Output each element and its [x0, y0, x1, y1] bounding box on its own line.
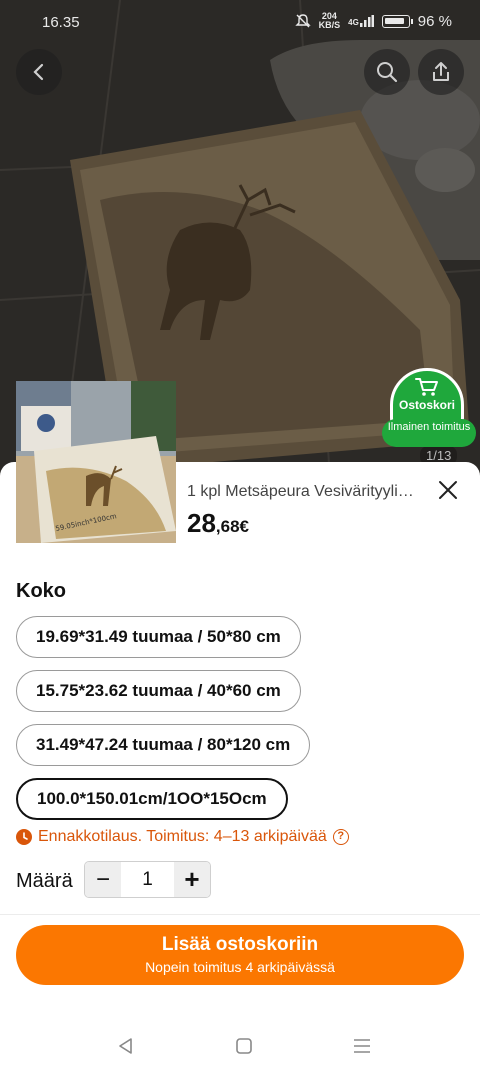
decrease-quantity-button[interactable]: − [85, 862, 121, 897]
clock-icon [16, 829, 32, 845]
divider [0, 914, 480, 915]
price-integer: 28 [187, 508, 216, 538]
add-to-cart-button[interactable]: Lisää ostoskoriin Nopein toimitus 4 arki… [16, 925, 464, 985]
help-icon[interactable]: ? [332, 829, 349, 845]
preorder-text: Ennakkotilaus. Toimitus: 4–13 arkipäivää [38, 828, 327, 845]
size-option-40x60[interactable]: 15.75*23.62 tuumaa / 40*60 cm [16, 670, 301, 712]
status-time: 16.35 [42, 14, 80, 31]
quantity-label: Määrä [16, 870, 73, 892]
chevron-left-icon [33, 63, 44, 81]
add-to-cart-label: Lisää ostoskoriin [161, 934, 319, 955]
status-icons: 204 KB/S 4G 96 % [294, 11, 452, 30]
close-button[interactable] [434, 476, 462, 504]
quantity-stepper: − 1 + [84, 861, 211, 898]
quantity-value[interactable]: 1 [121, 862, 174, 897]
delivery-speed-label: Nopein toimitus 4 arkipäivässä [145, 959, 335, 975]
preorder-notice: Ennakkotilaus. Toimitus: 4–13 arkipäivää… [16, 828, 349, 846]
signal-bars-icon [359, 15, 374, 27]
battery-level: 96 % [417, 12, 452, 30]
system-nav-bar [0, 1020, 480, 1075]
mute-bell-icon [294, 14, 311, 28]
network-signal: 4G [348, 15, 374, 27]
share-icon [433, 62, 449, 81]
menu-lines-icon[interactable] [352, 1036, 372, 1056]
price-decimal: ,68€ [215, 517, 250, 536]
share-button[interactable] [418, 49, 464, 95]
size-option-50x80[interactable]: 19.69*31.49 tuumaa / 50*80 cm [16, 616, 301, 658]
triangle-back-icon[interactable] [116, 1036, 136, 1056]
size-option-100x150[interactable]: 100.0*150.01cm/1OO*15Ocm [16, 778, 288, 820]
square-home-icon[interactable] [234, 1036, 254, 1056]
size-label: Koko [16, 580, 66, 602]
product-options-sheet: 1 kpl Metsäpeura Vesivärityylinen 28,68€… [0, 462, 480, 1075]
shopping-cart-icon [415, 378, 438, 396]
back-button[interactable] [16, 49, 62, 95]
product-price: 28,68€ [187, 508, 249, 539]
size-option-80x120[interactable]: 31.49*47.24 tuumaa / 80*120 cm [16, 724, 311, 766]
rug-thumbnail-image: 59.05inch*100cm [16, 381, 176, 543]
battery-icon [381, 14, 413, 28]
product-title: 1 kpl Metsäpeura Vesivärityylinen [187, 483, 417, 500]
search-icon [377, 62, 398, 83]
data-rate: 204 KB/S [318, 11, 341, 30]
status-bar: 16.35 204 KB/S 4G 96 % [0, 0, 480, 44]
close-icon [439, 481, 457, 499]
cart-badge-label: Ostoskori [398, 398, 455, 412]
increase-quantity-button[interactable]: + [174, 862, 210, 897]
network-type: 4G [348, 18, 359, 27]
free-shipping-label: Ilmainen toimitus [382, 419, 476, 447]
search-button[interactable] [364, 49, 410, 95]
product-thumbnail[interactable]: 59.05inch*100cm [16, 381, 176, 543]
